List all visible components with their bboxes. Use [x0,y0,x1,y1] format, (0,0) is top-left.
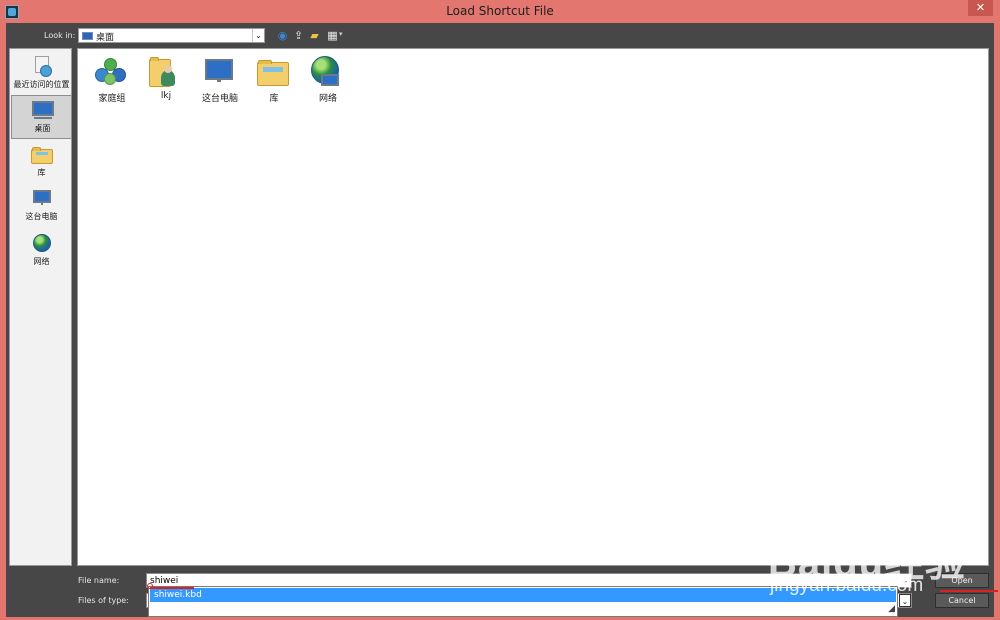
file-item-lkj[interactable]: lkj [136,54,188,104]
user-folder-icon [149,56,179,87]
libraries-icon [31,144,53,164]
resize-grip-icon[interactable]: ◢ [885,604,895,614]
annotation-arrow-line [940,590,998,592]
file-item-label: 家庭组 [98,94,126,104]
new-folder-icon[interactable]: ▰ [308,29,321,42]
place-label: 桌面 [34,124,51,133]
place-this-pc[interactable]: 这台电脑 [11,184,72,228]
view-menu-icon[interactable]: ▦ [326,29,339,42]
back-icon[interactable]: ◉ [276,29,289,42]
annotation-underline [150,587,194,589]
file-list[interactable]: 家庭组 lkj 这台电脑 库 网络 [77,48,989,566]
file-item-label: 库 [269,94,279,104]
network-icon [311,56,341,86]
place-network[interactable]: 网络 [11,229,72,273]
file-item-this-pc[interactable]: 这台电脑 [190,54,242,104]
file-item-homegroup[interactable]: 家庭组 [82,54,134,104]
desktop-icon [32,100,54,120]
place-label: 这台电脑 [25,212,58,221]
place-label: 库 [37,168,46,177]
file-item-network[interactable]: 网络 [298,54,350,104]
place-libraries[interactable]: 库 [11,140,72,184]
title-bar[interactable]: Load Shortcut File ✕ [0,0,1000,23]
place-label: 最近访问的位置 [13,80,70,89]
look-in-dropdown[interactable]: 桌面 ⌄ [78,28,265,43]
watermark-url: jingyan.baidu.com [770,575,924,596]
place-recent[interactable]: 最近访问的位置 [11,52,72,96]
desktop-icon [82,32,93,40]
homegroup-icon [95,56,126,86]
up-folder-icon[interactable]: ⇪ [292,29,305,42]
place-label: 网络 [33,257,50,266]
cancel-button[interactable]: Cancel [935,593,989,608]
file-item-label: lkj [160,91,172,101]
app-icon [5,5,19,19]
file-item-libraries[interactable]: 库 [244,54,296,104]
look-in-value: 桌面 [96,33,115,43]
file-item-label: 这台电脑 [201,94,238,104]
this-pc-icon [203,56,233,86]
close-button[interactable]: ✕ [968,0,993,16]
recent-places-icon [31,56,53,77]
this-pc-icon [31,188,53,208]
place-desktop[interactable]: 桌面 [11,95,72,139]
file-name-label: File name: [78,576,120,585]
view-menu-arrow-icon[interactable]: ▾ [339,30,343,38]
libraries-icon [257,56,289,86]
files-of-type-label: Files of type: [78,596,129,605]
places-bar: 最近访问的位置 桌面 库 这台电脑 网络 [9,48,72,566]
look-in-label: Look in: [44,31,76,40]
network-icon [31,233,53,253]
chevron-down-icon[interactable]: ⌄ [252,29,264,42]
window-title: Load Shortcut File [446,4,554,18]
file-item-label: 网络 [318,94,337,104]
